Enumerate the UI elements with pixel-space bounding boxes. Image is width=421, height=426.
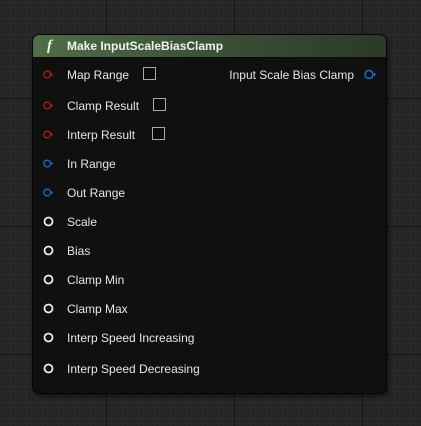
pin-label-interp-speed-decreasing: Interp Speed Decreasing — [67, 362, 200, 376]
bool-pin-icon[interactable] — [43, 100, 54, 111]
pin-label-map-range: Map Range — [67, 68, 130, 82]
make-input-scale-bias-clamp-node[interactable]: f Make InputScaleBiasClamp Map Range Inp… — [33, 35, 386, 393]
map-range-checkbox[interactable] — [143, 67, 156, 80]
pin-row-interp-result: Interp Result — [33, 125, 386, 145]
pin-row-out-range: Out Range — [33, 183, 386, 203]
pin-row-interp-speed-decreasing: Interp Speed Decreasing — [33, 359, 386, 379]
pin-label-interp-result: Interp Result — [67, 128, 136, 142]
pin-row-clamp-max: Clamp Max — [33, 299, 386, 319]
pin-row-clamp-min: Clamp Min — [33, 270, 386, 290]
pin-row-bias: Bias — [33, 241, 386, 261]
pin-label-scale: Scale — [67, 215, 98, 229]
bool-pin-icon[interactable] — [43, 129, 54, 140]
bool-pin-icon[interactable] — [43, 69, 54, 80]
struct-pin-icon[interactable] — [43, 187, 54, 198]
node-header[interactable]: f Make InputScaleBiasClamp — [33, 35, 386, 58]
output-pin-label: Input Scale Bias Clamp — [229, 68, 354, 82]
pin-row-in-range: In Range — [33, 154, 386, 174]
struct-pin-icon[interactable] — [43, 158, 54, 169]
pin-row-map-range: Map Range Input Scale Bias Clamp — [33, 65, 386, 85]
pin-label-clamp-max: Clamp Max — [67, 302, 128, 316]
pin-row-scale: Scale — [33, 212, 386, 232]
pin-label-in-range: In Range — [67, 157, 116, 171]
float-pin-icon[interactable] — [43, 303, 54, 314]
pin-label-out-range: Out Range — [67, 186, 126, 200]
pin-label-clamp-result: Clamp Result — [67, 99, 140, 113]
interp-result-checkbox[interactable] — [152, 127, 165, 140]
pin-label-bias: Bias — [67, 244, 91, 258]
float-pin-icon[interactable] — [43, 363, 54, 374]
function-icon: f — [47, 38, 52, 54]
pin-label-clamp-min: Clamp Min — [67, 273, 125, 287]
pin-row-clamp-result: Clamp Result — [33, 96, 386, 116]
struct-output-pin-icon[interactable] — [364, 69, 377, 80]
node-title: Make InputScaleBiasClamp — [67, 39, 224, 53]
clamp-result-checkbox[interactable] — [153, 98, 166, 111]
float-pin-icon[interactable] — [43, 274, 54, 285]
float-pin-icon[interactable] — [43, 216, 54, 227]
pin-row-interp-speed-increasing: Interp Speed Increasing — [33, 328, 386, 348]
float-pin-icon[interactable] — [43, 245, 54, 256]
pin-label-interp-speed-increasing: Interp Speed Increasing — [67, 331, 195, 345]
float-pin-icon[interactable] — [43, 332, 54, 343]
